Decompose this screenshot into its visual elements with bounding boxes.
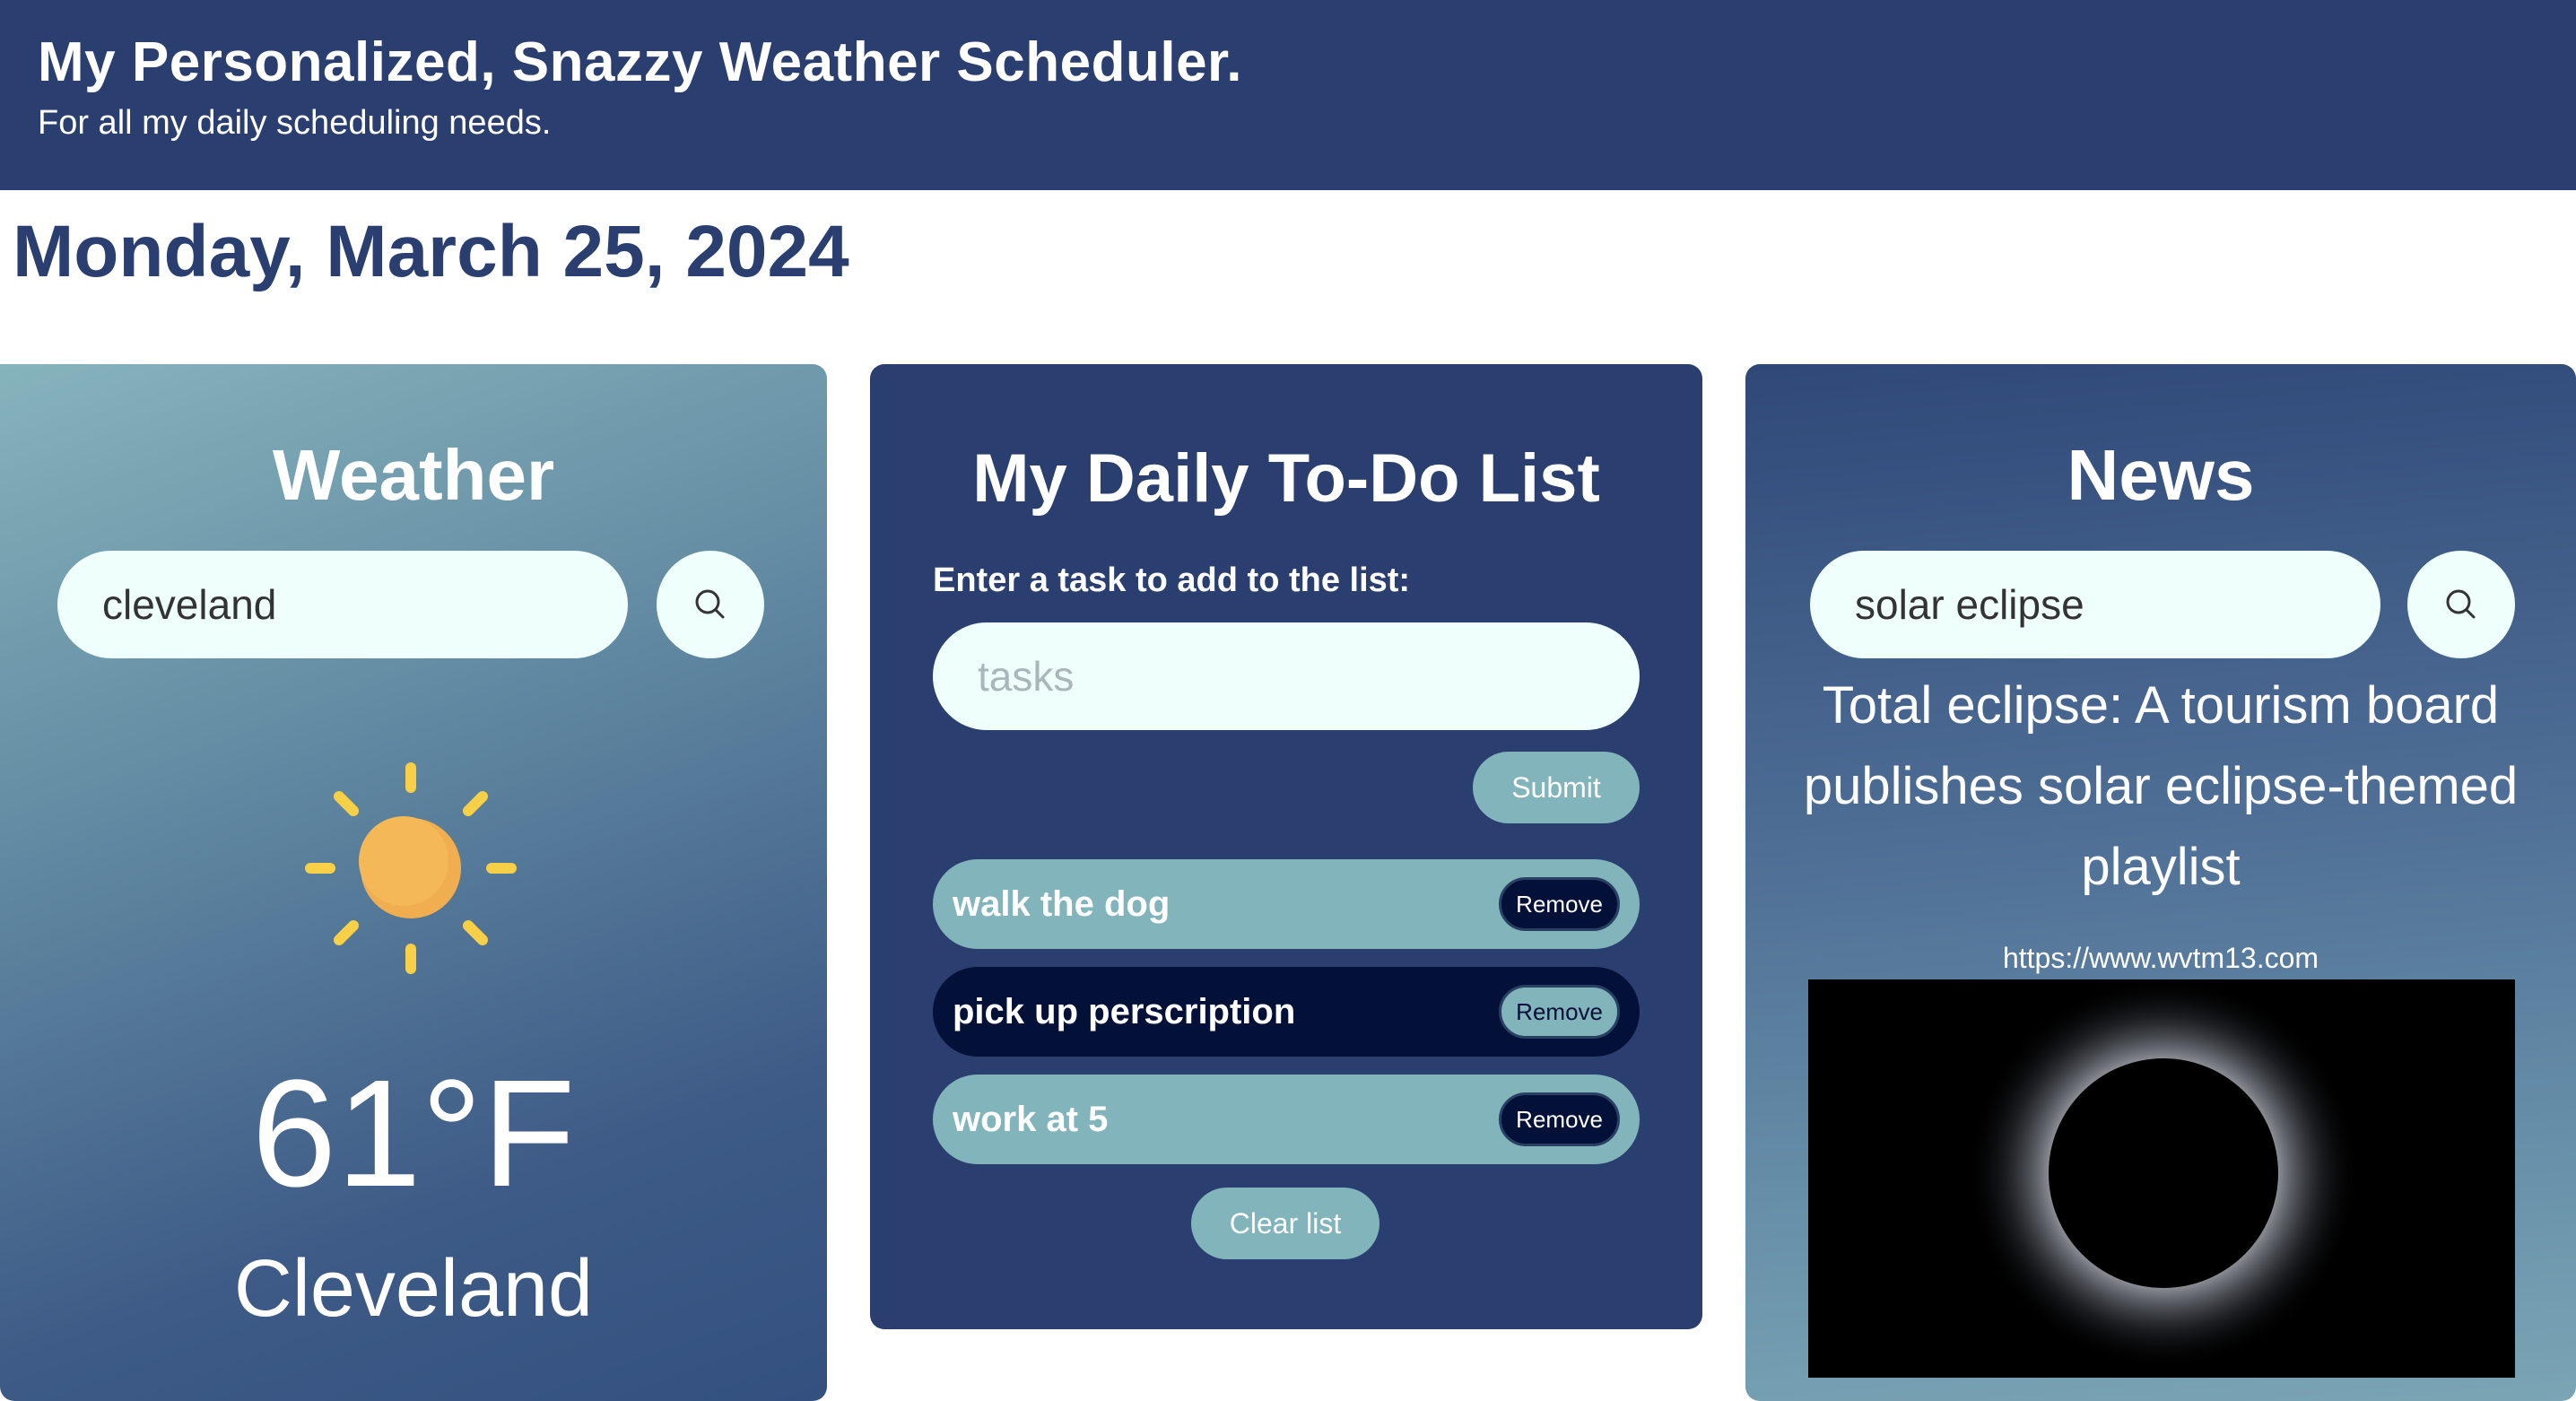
eclipse-image: [1808, 979, 2515, 1378]
task-item: walk the dog Remove: [933, 859, 1640, 949]
current-date: Monday, March 25, 2024: [13, 211, 849, 292]
city-name: Cleveland: [233, 1244, 594, 1334]
app-subtitle: For all my daily scheduling needs.: [38, 104, 552, 142]
task-text: walk the dog: [953, 883, 1171, 924]
news-headline[interactable]: Total eclipse: A tourism board publishes…: [1781, 666, 2540, 908]
page-header: My Personalized, Snazzy Weather Schedule…: [0, 0, 2576, 190]
weather-search-input[interactable]: [57, 551, 628, 658]
weather-search-button[interactable]: [657, 551, 764, 658]
search-icon: [2446, 589, 2476, 619]
news-image[interactable]: [1808, 979, 2515, 1378]
news-title: News: [2067, 435, 2255, 515]
news-card: News Total eclipse: A tourism board publ…: [1745, 364, 2576, 1401]
sun-icon: [305, 762, 517, 974]
remove-task-button[interactable]: Remove: [1499, 877, 1620, 931]
weather-title: Weather: [272, 435, 555, 515]
weather-card: Weather 61°F Cleveland: [0, 364, 827, 1401]
submit-button[interactable]: Submit: [1473, 752, 1640, 823]
task-input[interactable]: [933, 622, 1640, 730]
temperature: 61°F: [251, 1049, 576, 1219]
task-text: work at 5: [953, 1099, 1109, 1139]
task-item: work at 5 Remove: [933, 1075, 1640, 1164]
app-title: My Personalized, Snazzy Weather Schedule…: [38, 31, 1242, 93]
remove-task-button[interactable]: Remove: [1499, 985, 1620, 1039]
todo-card: My Daily To-Do List Enter a task to add …: [870, 364, 1702, 1329]
search-icon: [695, 589, 725, 619]
news-search-input[interactable]: [1810, 551, 2380, 658]
task-text: pick up perscription: [953, 991, 1296, 1031]
news-source-url[interactable]: https://www.wvtm13.com: [1745, 942, 2576, 975]
task-item: pick up perscription Remove: [933, 967, 1640, 1057]
remove-task-button[interactable]: Remove: [1499, 1092, 1620, 1146]
todo-title: My Daily To-Do List: [972, 440, 1600, 517]
todo-input-label: Enter a task to add to the list:: [933, 561, 1411, 599]
clear-list-button[interactable]: Clear list: [1191, 1188, 1379, 1259]
news-search-button[interactable]: [2407, 551, 2515, 658]
